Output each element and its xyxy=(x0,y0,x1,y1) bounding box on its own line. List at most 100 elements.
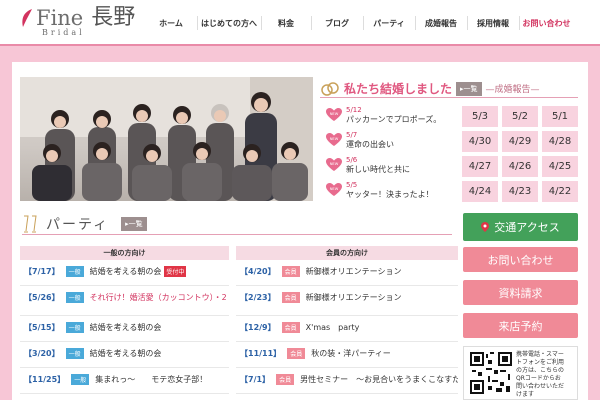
event-title[interactable]: 新御様オリエンテーション xyxy=(306,266,402,277)
event-title[interactable]: 男性セミナー 〜お見合いをうまくこなすため xyxy=(300,374,458,385)
married-list-button[interactable]: ▸一覧 xyxy=(456,81,482,96)
event-title[interactable]: 結婚を考える朝の会 xyxy=(90,348,162,359)
member-events-column: 会員の方向け 【4/20】 会員 新御様オリエンテーション 【2/23】 会員 新御様オリ… xyxy=(236,246,458,394)
event-title[interactable]: 結婚を考える朝の会 xyxy=(90,322,162,333)
event-date: 【2/23】 xyxy=(240,293,276,302)
event-category-badge: 一般 xyxy=(65,348,84,359)
access-button-label: 交通アクセス xyxy=(494,221,560,234)
event-category-badge: 会員 xyxy=(287,348,306,359)
event-date: 【12/9】 xyxy=(240,323,276,332)
event-date: 【4/20】 xyxy=(240,267,276,276)
heart-icon: NEW xyxy=(326,183,342,196)
contact-button-label: お問い合わせ xyxy=(487,253,554,267)
access-button[interactable]: 交通アクセス xyxy=(463,213,578,241)
qr-code[interactable] xyxy=(470,351,512,395)
site-header: Fine 長野 Bridal ホーム はじめての方へ 料金 ブログ パーティ 成婚報告 採用… xyxy=(0,0,600,46)
brochure-request-label: 資料請求 xyxy=(498,286,543,300)
married-date-tile[interactable]: 4/27 xyxy=(462,156,498,177)
general-events-header: 一般の方向け xyxy=(20,246,229,260)
married-date-tile[interactable]: 4/23 xyxy=(502,181,538,202)
event-category-badge: 一般 xyxy=(65,292,84,303)
married-item-title: 運命の出会い xyxy=(346,140,394,149)
nav-party[interactable]: パーティ xyxy=(363,0,415,46)
nav-contact[interactable]: お問い合わせ xyxy=(519,0,574,46)
married-date-tile[interactable]: 5/2 xyxy=(502,106,538,127)
event-row[interactable]: 【3/20】 一般 結婚を考える朝の会 xyxy=(20,342,229,368)
site-logo[interactable]: Fine 長野 Bridal xyxy=(20,5,136,37)
svg-text:NEW: NEW xyxy=(330,137,339,141)
nav-marriage-reports[interactable]: 成婚報告 xyxy=(415,0,467,46)
brochure-request-button[interactable]: 資料請求 xyxy=(463,280,578,305)
event-row[interactable]: 【7/17】 一般 結婚を考える朝の会 受付中 xyxy=(20,260,229,286)
nav-recruit[interactable]: 採用情報 xyxy=(467,0,519,46)
married-item-date: 5/6 xyxy=(346,156,358,164)
logo-city: 長野 xyxy=(91,5,136,30)
event-category-badge: 一般 xyxy=(65,266,84,277)
logo-fine: Fine xyxy=(36,6,84,30)
event-row[interactable]: 【5/26】一般それ行け！婚活愛（カッコントウ）・2受付中 xyxy=(20,286,229,316)
married-item-date: 5/7 xyxy=(346,131,358,139)
svg-text:NEW: NEW xyxy=(330,187,339,191)
event-title[interactable]: 結婚を考える朝の会 xyxy=(90,266,162,277)
married-date-grid: 5/3 5/2 5/1 4/30 4/29 4/28 4/27 4/26 4/25 4/24 4/2… xyxy=(462,106,578,202)
event-date: 【5/15】 xyxy=(24,323,60,332)
contact-button[interactable]: お問い合わせ xyxy=(463,247,578,272)
married-date-tile[interactable]: 4/26 xyxy=(502,156,538,177)
married-date-tile[interactable]: 4/28 xyxy=(542,131,578,152)
married-date-tile[interactable]: 4/30 xyxy=(462,131,498,152)
event-row[interactable]: 【2/23】 会員 新御様オリエンテーション xyxy=(236,286,458,316)
married-item-date: 5/12 xyxy=(346,106,362,114)
heart-icon: NEW xyxy=(326,158,342,171)
married-date-tile[interactable]: 4/22 xyxy=(542,181,578,202)
event-row[interactable]: 【12/9】 会員 X'mas party xyxy=(236,316,458,342)
married-item-title: 新しい時代と共に xyxy=(346,165,410,174)
nav-pricing[interactable]: 料金 xyxy=(261,0,311,46)
map-pin-icon xyxy=(481,222,490,232)
event-category-badge: 会員 xyxy=(281,292,300,303)
married-title: 私たち結婚しました xyxy=(344,82,453,96)
nav-home[interactable]: ホーム xyxy=(145,0,197,46)
event-date: 【7/1】 xyxy=(240,375,271,384)
event-title[interactable]: 秋の装・洋パーティー xyxy=(311,348,391,359)
visit-reservation-button[interactable]: 来店予約 xyxy=(463,313,578,338)
event-category-badge: 会員 xyxy=(276,374,295,385)
event-title[interactable]: それ行け！婚活愛（カッコントウ）・2 xyxy=(90,292,227,303)
qr-section: 携帯電話・スマー トフォンをご利用 の方は、こちらの QRコードからお 問い合わ… xyxy=(463,346,578,400)
event-row[interactable]: 【11/11】 会員 秋の装・洋パーティー xyxy=(236,342,458,368)
champagne-glasses-icon xyxy=(24,215,37,232)
event-row[interactable]: 【7/1】 会員 男性セミナー 〜お見合いをうまくこなすため xyxy=(236,368,458,394)
event-title[interactable]: X'mas party xyxy=(306,322,360,333)
married-item[interactable]: NEW 5/6 新しい時代と共に xyxy=(326,156,458,180)
married-list: NEW 5/12 パッカーンでプロポーズ。 NEW 5/7 運命の出会い NEW 5/6 新しい… xyxy=(326,106,458,206)
nav-blog[interactable]: ブログ xyxy=(311,0,363,46)
event-row[interactable]: 【11/25】 一般 集まれっ〜 モテ恋女子部！ xyxy=(20,368,229,394)
event-category-badge: 一般 xyxy=(71,374,90,385)
event-status-tag: 受付中 xyxy=(164,266,187,277)
married-item[interactable]: NEW 5/7 運命の出会い xyxy=(326,131,458,155)
event-row[interactable]: 【4/20】 会員 新御様オリエンテーション xyxy=(236,260,458,286)
married-item-title: ヤッター！決まったよ！ xyxy=(346,190,434,199)
event-title[interactable]: 新御様オリエンテーション xyxy=(306,292,402,303)
heart-icon: NEW xyxy=(326,108,342,121)
rings-icon xyxy=(321,81,339,96)
married-date-tile[interactable]: 5/1 xyxy=(542,106,578,127)
event-category-badge: 会員 xyxy=(281,266,300,277)
married-item[interactable]: NEW 5/5 ヤッター！決まったよ！ xyxy=(326,181,458,205)
leaf-icon xyxy=(22,9,32,27)
main-nav: ホーム はじめての方へ 料金 ブログ パーティ 成婚報告 採用情報 お問い合わせ xyxy=(145,0,574,46)
svg-text:NEW: NEW xyxy=(330,162,339,166)
married-date-tile[interactable]: 4/24 xyxy=(462,181,498,202)
married-date-tile[interactable]: 4/29 xyxy=(502,131,538,152)
event-date: 【7/17】 xyxy=(24,267,60,276)
married-date-tile[interactable]: 4/25 xyxy=(542,156,578,177)
event-row[interactable]: 【5/15】 一般 結婚を考える朝の会 xyxy=(20,316,229,342)
event-date: 【11/11】 xyxy=(240,349,282,358)
event-date: 【5/26】 xyxy=(24,293,60,302)
event-date: 【3/20】 xyxy=(24,349,60,358)
event-title[interactable]: 集まれっ〜 モテ恋女子部！ xyxy=(95,374,207,385)
party-list-button[interactable]: ▸一覧 xyxy=(121,216,147,231)
married-date-tile[interactable]: 5/3 xyxy=(462,106,498,127)
married-item[interactable]: NEW 5/12 パッカーンでプロポーズ。 xyxy=(326,106,458,130)
married-item-title: パッカーンでプロポーズ。 xyxy=(346,115,442,124)
nav-first-time[interactable]: はじめての方へ xyxy=(197,0,261,46)
